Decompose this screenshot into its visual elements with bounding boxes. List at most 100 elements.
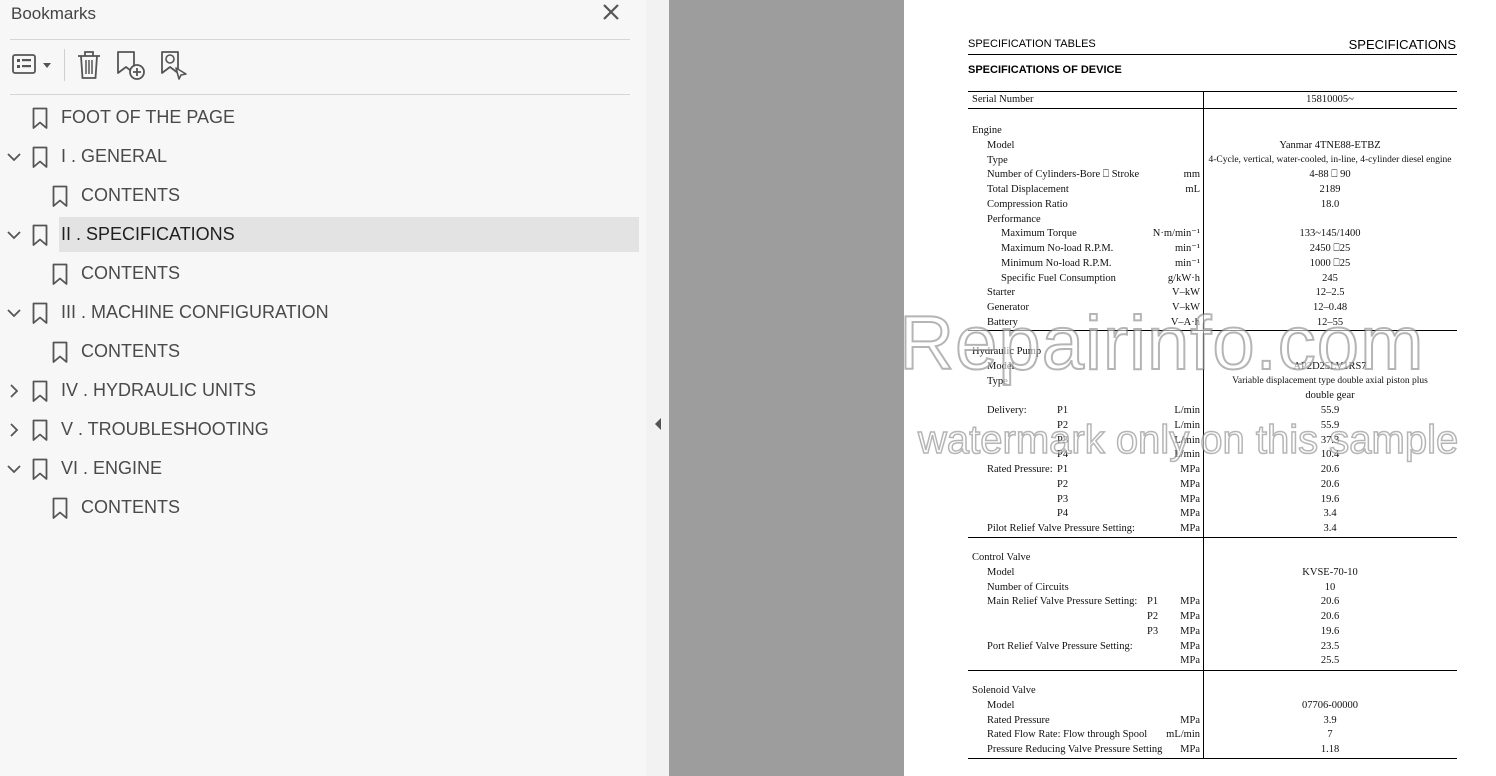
spec-unit: min⁻¹	[1174, 257, 1200, 269]
spec-value: KVSE-70-10	[1302, 566, 1358, 578]
bookmark-icon	[52, 341, 68, 364]
spec-label: Model	[987, 699, 1015, 711]
spec-value: 1.18	[1320, 744, 1340, 755]
spec-unit: mL/min	[1166, 729, 1200, 741]
options-menu-icon[interactable]	[11, 47, 53, 83]
spec-value: 55.9	[1320, 405, 1340, 416]
spec-unit: L/min	[1174, 405, 1200, 416]
spec-value: 245	[1322, 272, 1338, 284]
spec-value: 12–2.5	[1315, 287, 1345, 299]
spec-label: Type	[987, 154, 1008, 166]
spec-value: 18.0	[1320, 198, 1340, 210]
chevron-right-icon[interactable]	[5, 421, 23, 439]
new-bookmark-icon[interactable]	[115, 47, 147, 83]
watermark: eRepairinfo.com	[904, 300, 1425, 387]
table-rule	[968, 758, 1457, 759]
bookmarks-panel: Bookmarks FOOT OF THE PAGE I . GENERAL C…	[0, 0, 646, 776]
bookmark-label: FOOT OF THE PAGE	[61, 107, 236, 127]
bookmark-icon	[52, 263, 68, 286]
bookmark-icon	[52, 185, 68, 208]
spec-unit: MPa	[1180, 493, 1200, 505]
bookmark-label: VI . ENGINE	[61, 458, 163, 478]
bookmark-label: CONTENTS	[81, 185, 180, 205]
chevron-down-icon[interactable]	[5, 148, 23, 166]
bookmark-icon	[52, 497, 68, 520]
spec-value: 2450 ⎕25	[1309, 243, 1351, 254]
spec-value: 23.5	[1320, 640, 1340, 652]
spec-label: Model	[987, 139, 1015, 151]
spec-label: Model	[987, 566, 1015, 578]
spec-value: 20.6	[1320, 611, 1340, 622]
bookmark-label: I . GENERAL	[61, 146, 168, 166]
panel-splitter[interactable]	[646, 0, 669, 776]
spec-unit: MPa	[1180, 640, 1200, 652]
spec-value: 7	[1327, 729, 1333, 741]
bookmark-item[interactable]: II . SPECIFICATIONS	[0, 217, 646, 254]
spec-unit: mL	[1185, 184, 1200, 195]
spec-label: Rated Pressure	[987, 714, 1050, 726]
page-header-left: SPECIFICATION TABLES	[968, 38, 1096, 50]
document-page: SPECIFICATION TABLES SPECIFICATIONS SPEC…	[904, 0, 1496, 776]
spec-label: Maximum Torque	[1001, 228, 1077, 240]
chevron-down-icon[interactable]	[5, 304, 23, 322]
spec-value: 3.9	[1323, 714, 1337, 726]
bookmark-label: CONTENTS	[81, 497, 180, 517]
spec-value: 20.6	[1320, 596, 1340, 608]
spec-value: 4-Cycle, vertical, water-cooled, in-line…	[1208, 154, 1452, 165]
collapse-panel-icon[interactable]	[653, 417, 663, 431]
spec-label: Minimum No-load R.P.M.	[1001, 257, 1112, 269]
spec-unit: mm	[1183, 169, 1200, 181]
bookmark-item[interactable]: V . TROUBLESHOOTING	[0, 412, 646, 449]
bookmark-search-icon[interactable]	[158, 47, 190, 83]
panel-title: Bookmarks	[11, 4, 97, 23]
spec-value: 20.6	[1320, 478, 1340, 490]
spec-label: Control Valve	[972, 552, 1031, 563]
bookmark-item[interactable]: CONTENTS	[0, 490, 646, 527]
spec-label: Serial Number	[972, 94, 1034, 105]
spec-value: 19.6	[1320, 625, 1340, 637]
spec-value: 15810005~	[1306, 94, 1354, 105]
spec-unit: g/kW·h	[1167, 272, 1200, 284]
spec-label: Specific Fuel Consumption	[1001, 272, 1116, 284]
bookmark-item[interactable]: FOOT OF THE PAGE	[0, 100, 646, 137]
bookmark-item[interactable]: I . GENERAL	[0, 139, 646, 176]
spec-unit: MPa	[1180, 655, 1200, 667]
spec-value: 3.4	[1323, 508, 1337, 520]
spec-unit: N·m/min⁻¹	[1152, 228, 1200, 240]
spec-value: 07706-00000	[1302, 699, 1358, 711]
spec-value: 3.4	[1323, 523, 1337, 534]
bookmark-item[interactable]: CONTENTS	[0, 334, 646, 371]
spec-label: Compression Ratio	[987, 198, 1068, 210]
spec-sublabel: P4	[1057, 508, 1069, 520]
bookmark-icon	[32, 458, 48, 481]
divider	[10, 94, 630, 95]
bookmark-item[interactable]: CONTENTS	[0, 178, 646, 215]
spec-label: Solenoid Valve	[972, 685, 1036, 696]
bookmark-icon	[32, 302, 48, 325]
spec-sublabel: P1	[1057, 405, 1069, 416]
bookmark-icon	[32, 146, 48, 169]
chevron-right-icon[interactable]	[5, 382, 23, 400]
bookmark-icon	[32, 224, 48, 247]
spec-label: Performance	[987, 213, 1041, 225]
bookmark-item[interactable]: VI . ENGINE	[0, 451, 646, 488]
spec-unit: MPa	[1180, 596, 1200, 608]
table-rule	[968, 670, 1457, 671]
spec-label: Rated Pressure:	[987, 464, 1053, 475]
spec-value: 2189	[1319, 184, 1341, 195]
close-icon[interactable]	[600, 0, 622, 24]
bookmark-item[interactable]: III . MACHINE CONFIGURATION	[0, 295, 646, 332]
chevron-down-icon[interactable]	[5, 226, 23, 244]
delete-bookmark-icon[interactable]	[75, 47, 103, 83]
spec-value: 10	[1324, 581, 1336, 593]
spec-unit: MPa	[1180, 744, 1200, 755]
bookmark-item[interactable]: IV . HYDRAULIC UNITS	[0, 373, 646, 410]
spec-label: Starter	[987, 287, 1015, 299]
bookmark-item[interactable]: CONTENTS	[0, 256, 646, 293]
chevron-down-icon[interactable]	[5, 460, 23, 478]
spec-label: Total Displacement	[987, 184, 1069, 195]
spec-label: Engine	[972, 125, 1002, 136]
header-rule	[968, 54, 1457, 55]
bookmark-icon	[32, 107, 48, 130]
spec-value: 20.6	[1320, 464, 1340, 475]
